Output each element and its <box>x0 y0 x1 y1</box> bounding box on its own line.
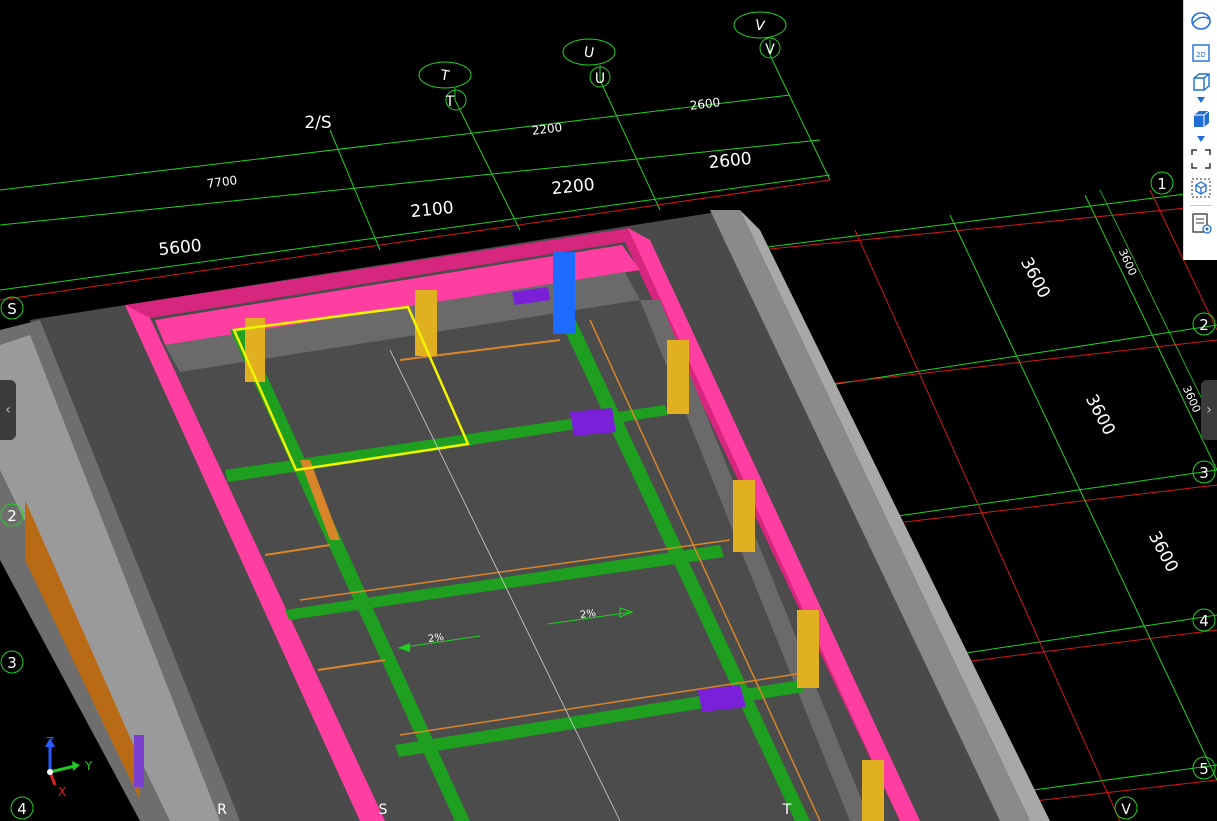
top-axis-label-u: U <box>595 71 605 87</box>
left-bubble-s: S <box>7 300 17 318</box>
bottom-label-r: R <box>217 802 227 818</box>
bottom-label-s: S <box>379 802 388 818</box>
axis-y-label: Y <box>84 759 93 773</box>
axis-gizmo: Z Y X <box>45 735 93 799</box>
bottom-label-t: T <box>782 802 792 818</box>
right-bubble-4: 4 <box>1199 612 1209 630</box>
dim-right-3: 3600 <box>1144 528 1182 576</box>
dim-inner-1: 5600 <box>158 236 203 260</box>
right-panel-toggle[interactable]: › <box>1201 380 1217 440</box>
solid-box-icon[interactable] <box>1189 107 1213 131</box>
slope-label-1: 2% <box>427 632 444 645</box>
view-2d-icon[interactable]: 2D <box>1189 41 1213 65</box>
properties-icon[interactable] <box>1189 211 1213 235</box>
right-bubble-5: 5 <box>1199 760 1209 778</box>
orbit-icon[interactable] <box>1189 9 1213 33</box>
right-bubble-1: 1 <box>1157 175 1167 193</box>
dim-inner-4: 2600 <box>708 149 753 173</box>
section-box-icon[interactable] <box>1189 176 1213 200</box>
secondary-axis-label: 2/S <box>304 113 331 133</box>
right-bubble-3: 3 <box>1199 464 1209 482</box>
fit-view-icon[interactable] <box>1189 147 1213 171</box>
dim-outer-2: 2200 <box>531 120 563 138</box>
top-bubble-t: T <box>438 67 451 84</box>
slope-label-2: 2% <box>579 608 596 621</box>
axis-x-label: X <box>58 785 66 799</box>
left-panel-toggle[interactable]: ‹ <box>0 380 16 440</box>
top-axis-label-t: T <box>445 94 455 110</box>
left-bubble-2: 2 <box>7 507 17 525</box>
view-3d-icon[interactable] <box>1189 70 1213 94</box>
dim-right-1: 3600 <box>1016 254 1054 302</box>
top-axis-label-v: V <box>765 42 775 58</box>
left-bubble-3: 3 <box>7 654 17 672</box>
3d-viewport[interactable]: T U V T U V 2/S 7700 2200 2600 5600 2100… <box>0 0 1217 821</box>
bottom-label-v: V <box>1121 802 1131 818</box>
right-bubble-2: 2 <box>1199 316 1209 334</box>
top-bubble-v: V <box>754 17 767 34</box>
top-bubble-u: U <box>582 44 595 62</box>
chevron-down-icon[interactable] <box>1197 97 1205 103</box>
left-bubble-4: 4 <box>17 800 27 818</box>
dim-outer-1: 7700 <box>206 173 238 191</box>
top-grid-bubbles <box>418 11 787 111</box>
dim-inner-3: 2200 <box>551 175 596 199</box>
view-2d-label: 2D <box>1196 51 1206 59</box>
dim-right-small-1: 3600 <box>1116 247 1139 278</box>
dim-outer-3: 2600 <box>689 95 721 113</box>
axis-z-label: Z <box>46 735 54 749</box>
dim-right-2: 3600 <box>1081 391 1119 439</box>
dim-inner-2: 2100 <box>410 198 455 222</box>
view-toolbar: 2D <box>1183 0 1217 260</box>
chevron-down-icon[interactable] <box>1197 136 1205 142</box>
